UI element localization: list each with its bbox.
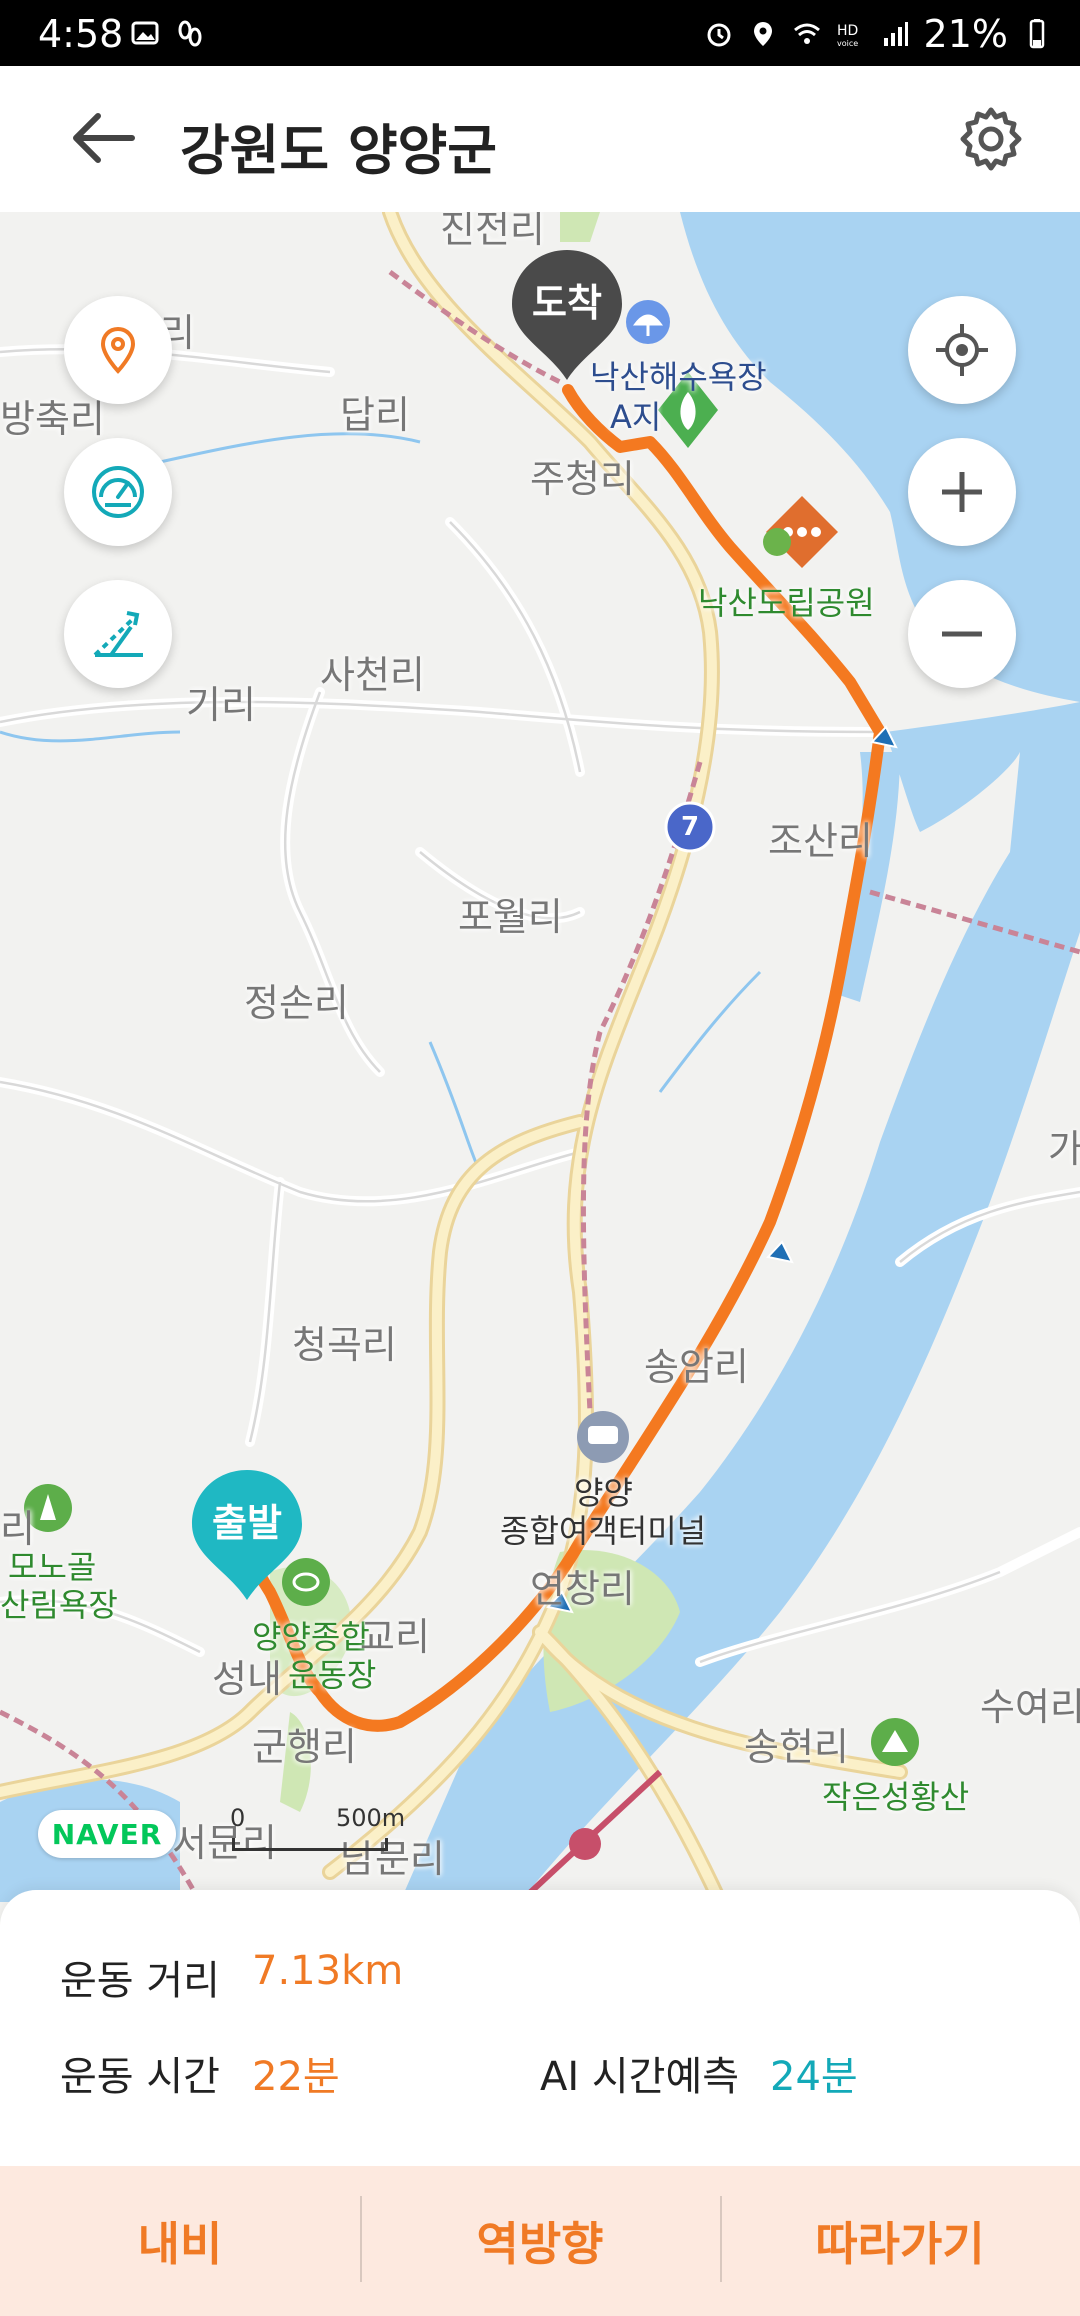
map-label-suyeori: 수여리 [980, 1685, 1080, 1729]
speedometer-button[interactable] [64, 438, 172, 546]
slope-icon [93, 611, 143, 657]
zoom-out-button[interactable] [908, 580, 1016, 688]
map-scale: 0 500m [230, 1804, 405, 1852]
map-label-monogol-sub: 산림욕장 [0, 1586, 118, 1624]
location-pin-icon [100, 326, 136, 374]
reverse-route-button[interactable]: 역방향 [360, 2166, 720, 2316]
route-summary-panel: 운동 거리 7.13km 운동 시간 22분 AI 시간예측 24분 [0, 1890, 1080, 2166]
navigate-button[interactable]: 내비 [0, 2166, 360, 2316]
map-label-songamri: 송암리 [644, 1345, 749, 1389]
map-label-josanri: 조산리 [768, 819, 873, 863]
status-bar: 4:58 HD voice 21% [0, 0, 1080, 66]
slope-button[interactable] [64, 580, 172, 688]
start-pin[interactable]: 출발 [188, 1466, 306, 1604]
location-pin-button[interactable] [64, 296, 172, 404]
map-label-sacheonri: 사천리 [320, 653, 425, 697]
map-label-seongnae: 성내 [212, 1657, 282, 1701]
map-label-yeonchangri: 연창리 [530, 1567, 635, 1611]
arrow-left-icon[interactable] [62, 106, 142, 170]
start-pin-label: 출발 [212, 1501, 282, 1545]
page-title: 강원도 양양군 [180, 119, 497, 182]
time-label: 운동 시간 [60, 2054, 220, 2100]
ai-time-label: AI 시간예측 [540, 2054, 740, 2100]
gear-icon[interactable] [956, 104, 1026, 174]
end-pin[interactable]: 도착 [508, 246, 626, 384]
map-label-powolri: 포월리 [458, 895, 563, 939]
time-value: 22분 [252, 2054, 340, 2100]
distance-label: 운동 거리 [60, 1958, 220, 2004]
scale-bar [232, 1838, 388, 1851]
battery-icon [1029, 19, 1045, 49]
map-label-jeongsonri: 정손리 [244, 981, 349, 1025]
map-label-dapri: 답리 [340, 393, 410, 437]
map-label-gyori: 교리 [360, 1615, 430, 1659]
map-label-cheonggokri: 청곡리 [292, 1323, 397, 1367]
map-label-naksan-park: 낙산도립공원 [698, 584, 875, 622]
hd-voice-icon: HDvoice [837, 23, 858, 48]
scale-500m: 500m [336, 1804, 406, 1832]
status-time: 4:58 [38, 12, 124, 56]
ai-time-value: 24분 [770, 2054, 858, 2100]
map-label-gunhaengri: 군행리 [252, 1725, 357, 1769]
svg-text:voice: voice [837, 39, 858, 48]
battery-percent: 21% [923, 12, 1008, 56]
speedometer-icon [92, 466, 144, 518]
my-location-icon [936, 324, 988, 376]
follow-route-button[interactable]: 따라가기 [720, 2166, 1080, 2316]
step-tracker-icon [178, 20, 202, 47]
map-label-terminal-sub: 종합여객터미널 [500, 1512, 707, 1550]
svg-text:HD: HD [837, 23, 858, 39]
signal-icon [883, 22, 908, 46]
zoom-out-icon [942, 631, 982, 637]
zoom-in-icon [942, 472, 982, 512]
image-icon [131, 21, 159, 45]
route-map[interactable]: 7 진전리 리 방축리 답리 주청리 낙산해수욕장 A지 낙산도립공원 사천리 … [0, 212, 1080, 1902]
wifi-icon [793, 23, 820, 44]
location-icon [753, 22, 772, 46]
map-label-beach-sub: A지 [610, 398, 662, 436]
scale-zero: 0 [230, 1804, 246, 1832]
zoom-in-button[interactable] [908, 438, 1016, 546]
distance-value: 7.13km [252, 1948, 404, 1994]
road-number-badge: 7 [668, 805, 712, 849]
app-header: 강원도 양양군 [0, 66, 1080, 213]
end-pin-label: 도착 [532, 281, 602, 325]
alarm-icon [707, 23, 731, 47]
map-label-juchungri: 주청리 [530, 457, 635, 501]
road-number: 7 [680, 812, 700, 842]
map-label-ga: 가 [1048, 1127, 1080, 1171]
action-bar: 내비 역방향 따라가기 [0, 2166, 1080, 2316]
my-location-button[interactable] [908, 296, 1016, 404]
map-label-giri: 기리 [186, 683, 256, 727]
map-label-songhyeonri: 송현리 [744, 1725, 849, 1769]
naver-logo: NAVER [38, 1810, 176, 1858]
map-label-jageun-mountain: 작은성황산 [822, 1778, 970, 1816]
